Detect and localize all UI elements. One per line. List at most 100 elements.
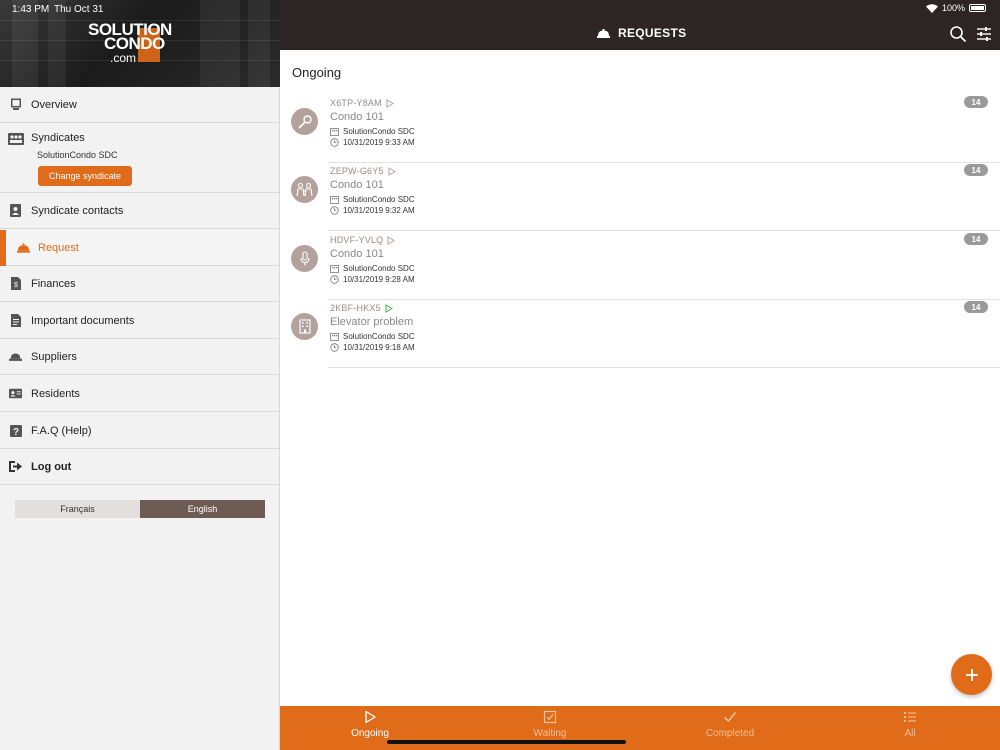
- syndicate-icon: [330, 332, 339, 341]
- tab-label: All: [904, 728, 916, 739]
- language-option-french[interactable]: Français: [15, 500, 140, 518]
- message-count-badge: 14: [964, 233, 988, 245]
- status-date: Thu Oct 31: [54, 4, 104, 15]
- play-status-icon: [385, 303, 393, 313]
- sidebar-item-label: Finances: [31, 277, 76, 290]
- request-row[interactable]: X6TP-Y8AM Condo 101 SolutionCondo SDC 10…: [280, 95, 1000, 163]
- tab-all[interactable]: All: [820, 706, 1000, 750]
- request-syndicate: SolutionCondo SDC: [343, 195, 415, 204]
- sidebar-item-syndicate-contacts[interactable]: Syndicate contacts: [0, 193, 279, 229]
- sidebar-item-label: Important documents: [31, 314, 135, 327]
- request-code: HDVF-YVLQ: [330, 235, 384, 245]
- syndicate-icon: [8, 132, 24, 150]
- battery-percent: 100%: [941, 3, 965, 13]
- main-content: 100% REQUESTS Ongoing X6TP-Y8AM Condo 10…: [280, 0, 1000, 750]
- id-card-icon: [9, 387, 22, 400]
- search-icon[interactable]: [949, 25, 967, 43]
- request-title: Condo 101: [330, 179, 384, 191]
- plus-icon: [965, 668, 978, 681]
- tab-completed[interactable]: Completed: [640, 706, 820, 750]
- clock-icon: [330, 343, 339, 352]
- document-icon: [9, 314, 22, 327]
- question-icon: ?: [9, 424, 22, 437]
- home-indicator[interactable]: [387, 740, 626, 744]
- clock-icon: [330, 138, 339, 147]
- service-bell-icon: [17, 241, 30, 254]
- building-icon: [291, 313, 318, 340]
- request-row[interactable]: ZEPW-G6Y5 Condo 101 SolutionCondo SDC 10…: [280, 163, 1000, 231]
- request-title: Elevator problem: [330, 316, 414, 328]
- syndicate-icon: [330, 264, 339, 273]
- battery-icon: [969, 4, 986, 12]
- message-count-badge: 14: [964, 96, 988, 108]
- request-datetime: 10/31/2019 9:32 AM: [343, 206, 415, 215]
- request-code: 2KBF-HKX5: [330, 303, 381, 313]
- filter-sliders-icon[interactable]: [975, 25, 993, 43]
- checkbox-icon: [543, 710, 557, 724]
- play-status-icon: [386, 98, 394, 108]
- divider: [328, 367, 1000, 368]
- microphone-icon: [291, 245, 318, 272]
- request-datetime: 10/31/2019 9:18 AM: [343, 343, 415, 352]
- request-syndicate: SolutionCondo SDC: [343, 127, 415, 136]
- status-indicators: 100%: [925, 3, 986, 13]
- sidebar-header-banner: 1:43 PM Thu Oct 31 SOLUTION CONDO .com: [0, 0, 280, 87]
- status-time: 1:43 PM: [12, 4, 50, 15]
- service-bell-icon: [597, 28, 610, 38]
- sidebar-item-important-documents[interactable]: Important documents: [0, 303, 279, 339]
- add-request-button[interactable]: [951, 654, 992, 695]
- clock-icon: [330, 275, 339, 284]
- monitor-icon: [9, 98, 22, 111]
- svg-text:?: ?: [12, 427, 18, 437]
- finance-document-icon: $: [9, 277, 22, 290]
- checkmark-icon: [724, 712, 737, 723]
- request-title: Condo 101: [330, 111, 384, 123]
- logo-line-3: .com: [110, 51, 137, 65]
- wifi-icon: [925, 3, 938, 13]
- change-syndicate-button[interactable]: Change syndicate: [38, 166, 132, 186]
- sidebar-item-overview[interactable]: Overview: [0, 87, 279, 123]
- contact-card-icon: [9, 204, 22, 217]
- clock-icon: [330, 206, 339, 215]
- tab-label: Waiting: [533, 728, 567, 739]
- wrench-icon: [291, 108, 318, 135]
- request-row[interactable]: 2KBF-HKX5 Elevator problem SolutionCondo…: [280, 300, 1000, 368]
- divider: [328, 230, 1000, 231]
- sidebar-item-label: Residents: [31, 387, 80, 400]
- request-syndicate: SolutionCondo SDC: [343, 332, 415, 341]
- syndicate-icon: [330, 195, 339, 204]
- sidebar-item-residents[interactable]: Residents: [0, 376, 279, 412]
- request-datetime: 10/31/2019 9:28 AM: [343, 275, 415, 284]
- request-row[interactable]: HDVF-YVLQ Condo 101 SolutionCondo SDC 10…: [280, 232, 1000, 300]
- page-title-group: REQUESTS: [597, 26, 686, 40]
- sidebar-item-label: Syndicate contacts: [31, 204, 124, 217]
- request-datetime: 10/31/2019 9:33 AM: [343, 138, 415, 147]
- sidebar-item-label: F.A.Q (Help): [31, 424, 92, 437]
- sidebar-item-suppliers[interactable]: Suppliers: [0, 339, 279, 375]
- active-tab-indicator: [280, 704, 460, 706]
- request-title: Condo 101: [330, 248, 384, 260]
- sidebar-item-label: Request: [38, 241, 79, 254]
- logout-icon: [9, 460, 22, 473]
- page-title: REQUESTS: [618, 26, 687, 40]
- sidebar-item-request[interactable]: Request: [0, 230, 279, 266]
- logo: SOLUTION CONDO .com: [88, 20, 198, 66]
- sidebar-item-logout[interactable]: Log out: [0, 449, 279, 485]
- tab-label: Ongoing: [351, 728, 389, 739]
- sidebar-item-finances[interactable]: $ Finances: [0, 266, 279, 302]
- language-option-english[interactable]: English: [140, 500, 265, 518]
- current-syndicate-name: SolutionCondo SDC: [37, 150, 118, 160]
- sidebar-item-label: Suppliers: [31, 350, 77, 363]
- language-switch: Français English: [15, 500, 265, 518]
- play-icon: [365, 710, 376, 724]
- sidebar-item-label: Syndicates: [31, 132, 85, 144]
- section-heading: Ongoing: [292, 65, 342, 80]
- hard-hat-icon: [9, 350, 22, 363]
- syndicate-icon: [330, 127, 339, 136]
- sidebar-item-label: Overview: [31, 98, 77, 111]
- sidebar-item-label: Log out: [31, 460, 72, 473]
- sidebar-item-faq[interactable]: ? F.A.Q (Help): [0, 413, 279, 449]
- tab-label: Completed: [705, 728, 755, 739]
- svg-text:$: $: [14, 282, 18, 289]
- active-indicator: [0, 230, 6, 266]
